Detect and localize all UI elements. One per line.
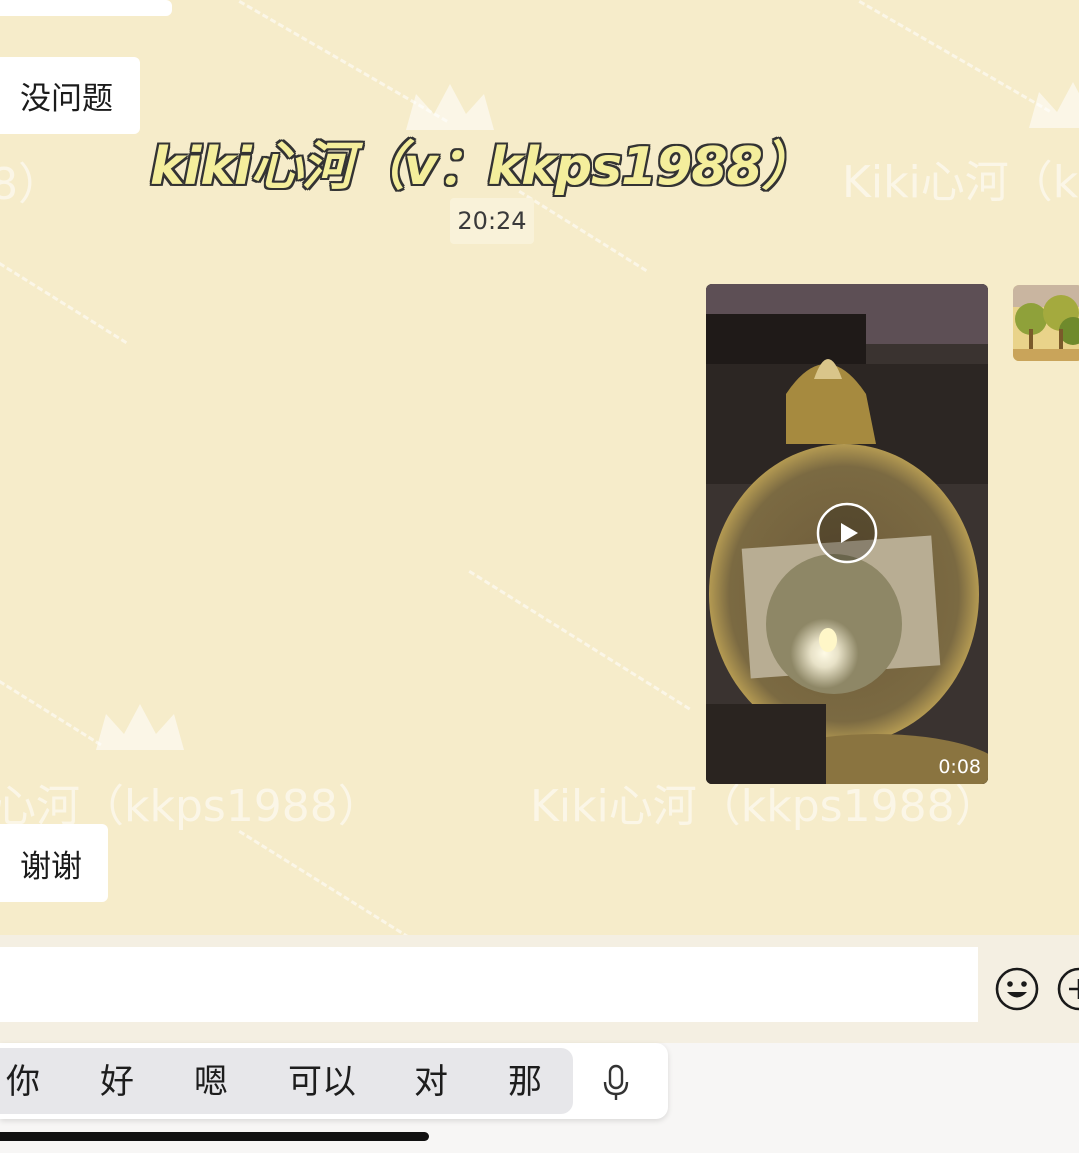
chat-area[interactable]: 8） Kiki心河（k 心河（kkps1988） Kiki心河（kkps1988…: [0, 0, 1079, 935]
message-bubble-partial[interactable]: [0, 0, 172, 16]
suggestion-item[interactable]: 对: [414, 1058, 448, 1106]
watermark-text: 8）: [0, 159, 62, 210]
video-duration: 0:08: [938, 756, 981, 778]
input-bar: [0, 935, 1079, 1043]
suggestion-item[interactable]: 好: [100, 1058, 134, 1106]
message-bubble[interactable]: 没问题: [0, 57, 140, 134]
message-input[interactable]: [0, 947, 978, 1022]
suggestion-item[interactable]: 嗯: [194, 1058, 228, 1106]
video-message[interactable]: 0:08: [706, 284, 988, 784]
avatar[interactable]: [1013, 285, 1079, 361]
play-icon[interactable]: [816, 502, 878, 564]
watermark-line: [468, 570, 691, 711]
watermark-line: [0, 262, 128, 345]
crown-icon: [96, 704, 184, 750]
suggestion-item[interactable]: 你: [6, 1058, 40, 1106]
message-timestamp: 20:24: [450, 198, 534, 244]
home-indicator[interactable]: [0, 1132, 429, 1141]
message-text: 没问题: [20, 81, 113, 117]
crown-icon: [1029, 82, 1079, 128]
watermark-caption: kiki心河（v：kkps1988）: [150, 137, 814, 197]
watermark-line: [0, 680, 102, 747]
watermark-line: [238, 830, 410, 935]
message-text: 谢谢: [20, 848, 82, 885]
suggestion-strip: [0, 1048, 573, 1114]
message-bubble[interactable]: 谢谢: [0, 824, 108, 902]
plus-icon[interactable]: [1056, 966, 1079, 1012]
mic-icon[interactable]: [600, 1064, 632, 1102]
suggestion-item[interactable]: 那: [508, 1058, 542, 1106]
watermark-text: Kiki心河（k: [842, 157, 1079, 208]
suggestion-item[interactable]: 可以: [288, 1058, 356, 1106]
emoji-icon[interactable]: [994, 966, 1040, 1012]
watermark-line: [858, 0, 1051, 113]
watermark-line: [518, 190, 648, 273]
